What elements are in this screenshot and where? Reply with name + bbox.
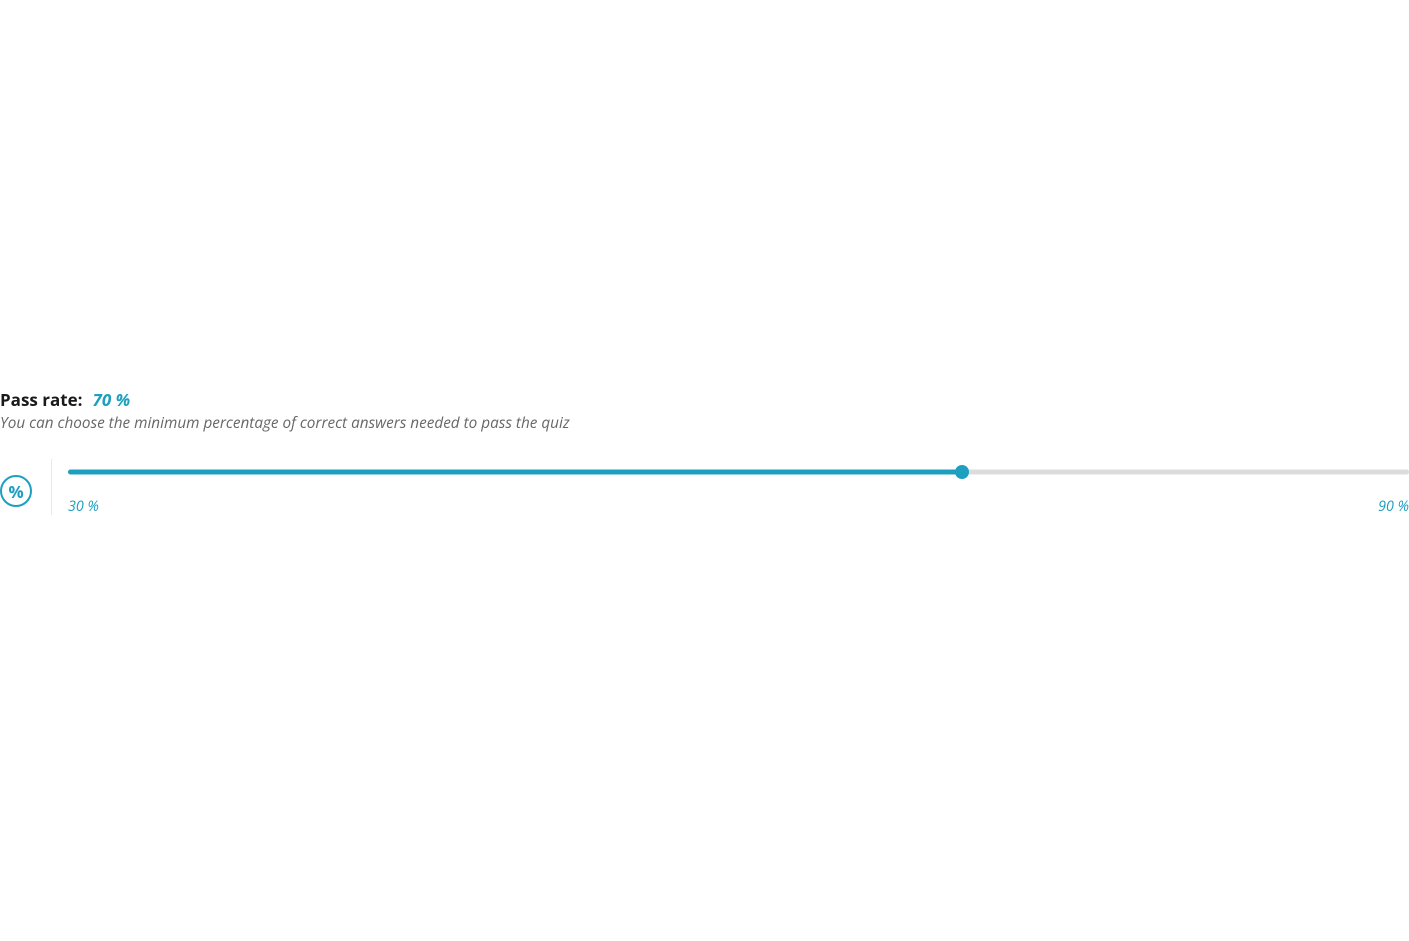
pass-rate-value: 70 % <box>93 388 131 411</box>
slider-range-labels: 30 % 90 % <box>68 497 1409 516</box>
pass-rate-slider-area: 30 % 90 % <box>52 459 1409 516</box>
slider-track-fill <box>68 470 962 475</box>
slider-thumb[interactable] <box>955 465 969 479</box>
pass-rate-slider-row: % 30 % 90 % <box>0 459 1409 516</box>
pass-rate-description: You can choose the minimum percentage of… <box>0 413 1409 433</box>
pass-rate-slider[interactable] <box>68 465 1409 479</box>
percent-icon-glyph: % <box>8 480 23 503</box>
percent-icon-wrap: % <box>0 459 52 515</box>
pass-rate-header: Pass rate: 70 % <box>0 388 1409 411</box>
percent-icon: % <box>0 475 32 507</box>
pass-rate-label: Pass rate: <box>0 388 83 411</box>
pass-rate-section: Pass rate: 70 % You can choose the minim… <box>0 388 1409 516</box>
slider-max-label: 90 % <box>1378 497 1409 516</box>
slider-min-label: 30 % <box>68 497 99 516</box>
